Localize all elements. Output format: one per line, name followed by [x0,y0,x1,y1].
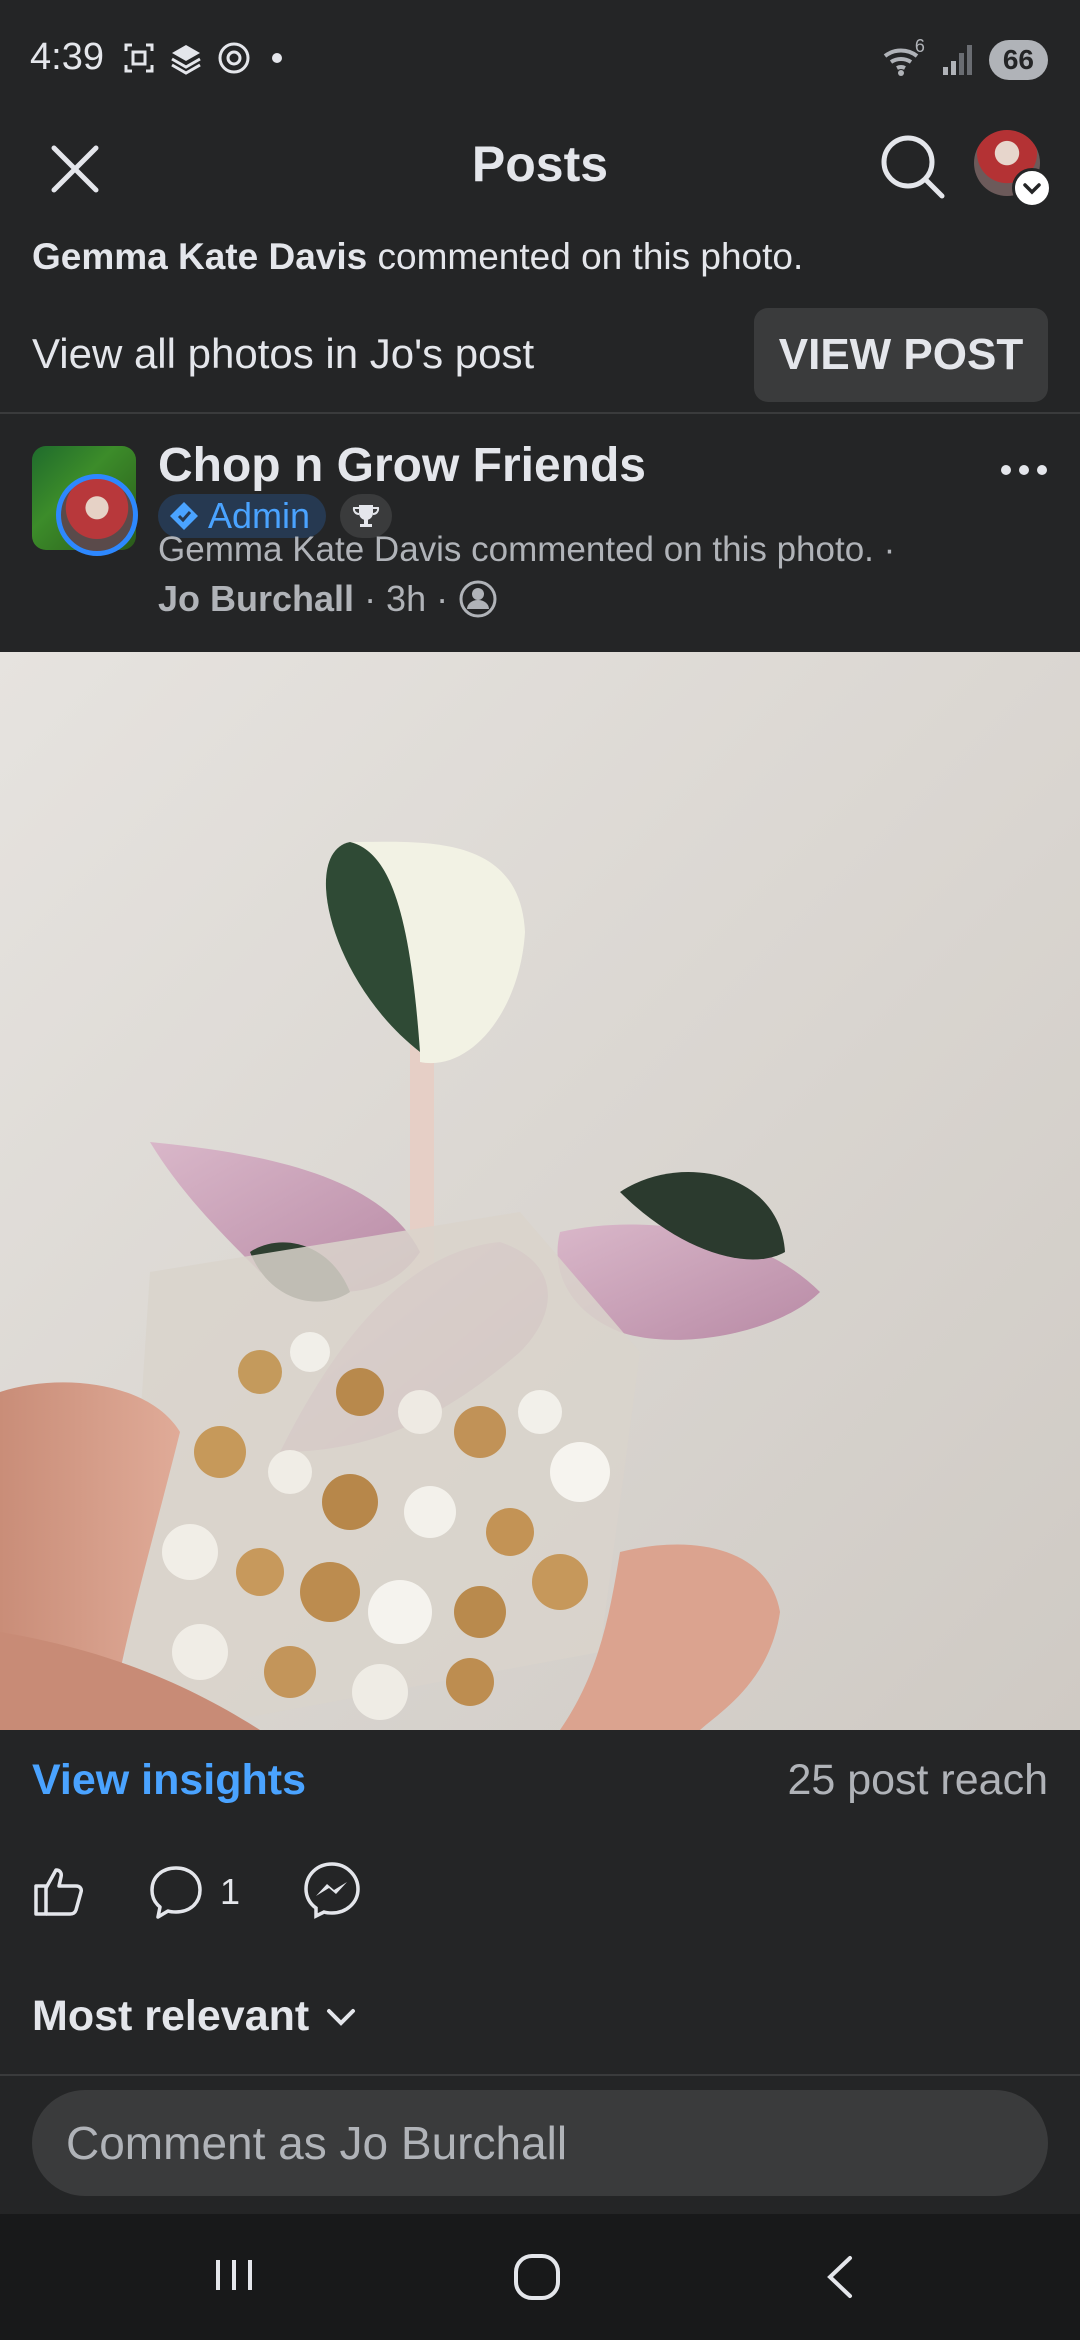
divider [0,412,1080,414]
recent-apps-button[interactable] [210,2250,260,2300]
status-dot [272,53,282,63]
group-name[interactable]: Chop n Grow Friends [158,438,646,493]
wifi-icon: 6 [881,36,927,78]
post-activity-text: Gemma Kate Davis commented on this photo… [158,530,896,569]
commenter-name[interactable]: Gemma Kate Davis [32,236,367,277]
sort-label: Most relevant [32,1992,310,2040]
divider [0,2074,1080,2076]
more-horizontal-icon [1001,465,1047,475]
battery-indicator: 66 [988,40,1048,80]
post-author-line: Jo Burchall · 3h · [158,578,498,620]
profile-menu-badge[interactable] [1012,168,1052,208]
comment-bubble-icon [150,1866,202,1919]
more-options-button[interactable] [996,450,1056,490]
send-in-messenger-button[interactable] [300,1858,364,1922]
like-button[interactable] [28,1858,92,1922]
post-author[interactable]: Jo Burchall [158,578,354,620]
search-button[interactable] [876,130,948,202]
search-icon [881,135,945,199]
status-clock: 4:39 [30,36,104,78]
comment-button[interactable]: 1 [146,1860,256,1924]
comment-sort-dropdown[interactable]: Most relevant [32,1992,359,2041]
home-icon [514,2254,560,2300]
view-post-button[interactable]: VIEW POST [754,308,1048,402]
poster-avatar[interactable] [56,474,138,556]
wifi-badge: 6 [914,36,925,56]
screenshot-icon [124,43,154,73]
trophy-icon [352,505,380,527]
home-button[interactable] [510,2250,564,2304]
status-system-icons: 6 66 [881,36,1048,80]
messenger-icon [304,1862,360,1919]
comment-input[interactable] [32,2090,1048,2196]
privacy-members-icon [459,580,497,618]
view-all-photos-text: View all photos in Jo's post [32,330,535,377]
post-time: · 3h · [364,578,449,619]
thumbs-up-icon [34,1868,83,1916]
status-notification-icons [122,40,282,76]
stack-app-icon [171,45,201,75]
view-insights-link[interactable]: View insights [32,1756,306,1805]
threads-icon [218,42,250,74]
chevron-down-icon [327,2008,356,2026]
post-reach: 25 post reach [787,1756,1048,1804]
admin-shield-icon [170,502,198,530]
signal-icon [942,45,972,75]
chevron-down-icon [1023,183,1041,195]
post-photo[interactable] [0,652,1080,1730]
plant-photo-image [0,652,1080,1730]
notification-text: commented on this photo. [367,236,804,277]
comment-count: 1 [220,1871,241,1912]
back-button[interactable] [816,2250,866,2304]
back-icon [827,2256,852,2298]
comment-notification: Gemma Kate Davis commented on this photo… [32,236,803,278]
recents-icon [216,2260,252,2290]
